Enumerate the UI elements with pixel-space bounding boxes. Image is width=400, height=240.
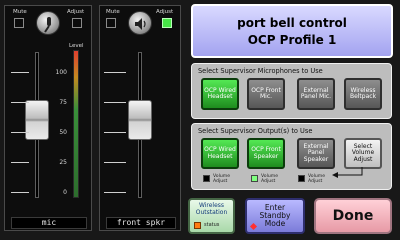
scale-tick — [104, 192, 126, 193]
mic-mute-button[interactable] — [14, 18, 24, 28]
speaker-icon[interactable] — [128, 11, 152, 35]
adjust-label: Adjust — [156, 9, 174, 15]
scale-label: 50 — [59, 129, 67, 136]
front-spkr-adjust-button[interactable] — [162, 18, 172, 28]
adjust-label: Adjust — [67, 9, 85, 15]
front-spkr-mute-button[interactable] — [106, 18, 116, 28]
scale-label: 0 — [63, 189, 67, 196]
mic-external-panel-button[interactable]: External Panel Mic. — [297, 78, 335, 110]
volume-adjust-label: Volume Adjust — [213, 174, 231, 184]
out-external-panel-speaker-button[interactable]: External Panel Speaker — [297, 138, 335, 169]
scale-tick — [11, 132, 29, 133]
done-button[interactable]: Done — [314, 198, 392, 234]
scale-label: 100 — [55, 69, 67, 76]
wireless-status-label: status — [204, 222, 220, 228]
panel-title: Select Supervisor Output(s) to Use — [198, 127, 313, 135]
scale-tick — [11, 192, 29, 193]
mic-icon[interactable] — [36, 11, 60, 35]
out-ocp-wired-headset-button[interactable]: OCP Wired Headset — [201, 138, 239, 169]
mic-ocp-wired-headset-button[interactable]: OCP Wired Headset — [201, 78, 239, 110]
level-meter — [73, 50, 79, 198]
scale-tick — [104, 132, 126, 133]
scale-tick — [11, 72, 29, 73]
select-volume-adjust-button[interactable]: Select Volume Adjust — [344, 138, 382, 169]
out-ocp-front-speaker-button[interactable]: OCP Front Speaker — [247, 138, 285, 169]
wireless-outstation-button[interactable]: Wireless Outstation status — [188, 198, 235, 234]
channel-name: mic — [11, 217, 87, 229]
scale-tick — [11, 102, 29, 103]
mic-wireless-beltpack-button[interactable]: Wireless Beltpack — [344, 78, 382, 110]
volume-adjust-label: Volume Adjust — [308, 174, 326, 184]
standby-label: Enter Standby Mode — [259, 203, 291, 228]
level-label: Level — [69, 43, 84, 49]
wireless-status-led — [194, 222, 201, 229]
volume-adjust-indicator — [203, 175, 210, 182]
front-spkr-channel-strip: Mute Adjust front spkr — [99, 5, 181, 231]
enter-standby-mode-button[interactable]: Enter Standby Mode — [245, 198, 305, 234]
output-select-panel: Select Supervisor Output(s) to Use OCP W… — [191, 123, 392, 190]
volume-adjust-label: Volume Adjust — [261, 174, 279, 184]
panel-title: Select Supervisor Microphones to Use — [198, 67, 323, 75]
profile-name: OCP Profile 1 — [247, 33, 337, 47]
scale-tick — [104, 162, 126, 163]
scale-tick — [11, 162, 29, 163]
app-title: port bell control — [237, 16, 347, 30]
channel-name: front spkr — [106, 217, 176, 229]
volume-adjust-indicator — [251, 175, 258, 182]
done-label: Done — [332, 207, 374, 224]
wireless-outstation-label: Wireless Outstation — [195, 202, 228, 216]
volume-adjust-indicator — [298, 175, 305, 182]
mic-channel-strip: Mute Adjust Level 100 75 50 25 0 mic — [4, 5, 92, 231]
mic-select-panel: Select Supervisor Microphones to Use OCP… — [191, 63, 392, 119]
mute-label: Mute — [106, 9, 120, 15]
mute-label: Mute — [13, 9, 27, 15]
mic-ocp-front-mic-button[interactable]: OCP Front Mic. — [247, 78, 285, 110]
front-spkr-fader[interactable] — [128, 100, 152, 140]
profile-header: port bell control OCP Profile 1 — [191, 4, 393, 58]
scale-tick — [104, 72, 126, 73]
scale-label: 75 — [59, 99, 67, 106]
scale-label: 25 — [59, 159, 67, 166]
arrow-left-icon — [332, 167, 363, 178]
mic-adjust-button[interactable] — [72, 18, 82, 28]
scale-tick — [104, 102, 126, 103]
mic-fader[interactable] — [25, 100, 49, 140]
